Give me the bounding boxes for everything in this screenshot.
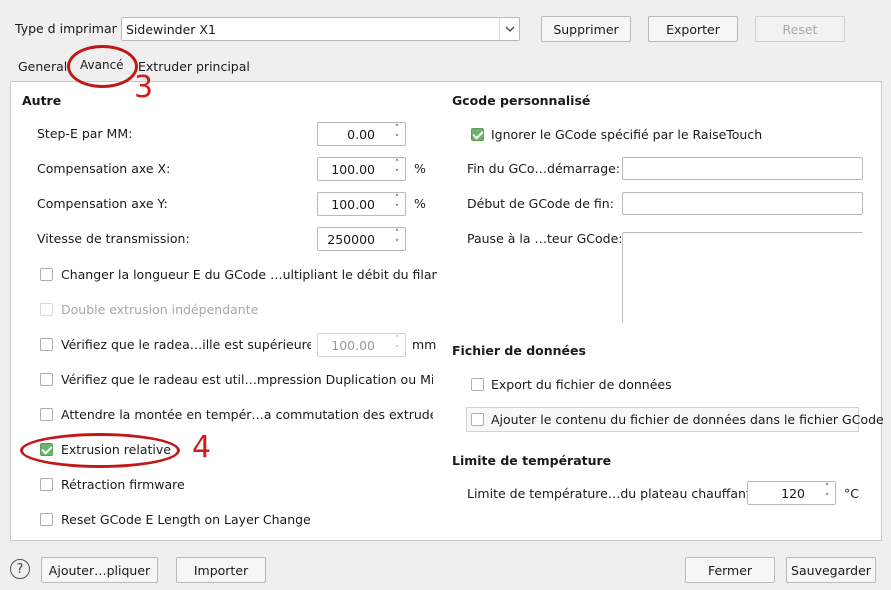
spin-arrows-icon[interactable]: ˄ ˅: [389, 228, 405, 250]
spin-arrows-icon[interactable]: ˄ ˅: [389, 334, 405, 356]
raft-spinbox[interactable]: 100.00 ˄ ˅: [317, 333, 406, 357]
spin-arrows-icon[interactable]: ˄ ˅: [389, 158, 405, 180]
save-button[interactable]: Sauvegarder: [786, 557, 876, 583]
start-end-gcode-input[interactable]: [622, 192, 863, 215]
tab-extruder-principal[interactable]: Extruder principal: [138, 59, 250, 74]
comp-x-spinbox[interactable]: 100.00 ˄ ˅: [317, 157, 406, 181]
export-button[interactable]: Exporter: [648, 16, 738, 42]
start-end-gcode-label: Début de GCode de fin:: [467, 196, 614, 211]
section-title-gcode: Gcode personnalisé: [452, 93, 591, 108]
pause-gcode-label: Pause à la …teur GCode:: [467, 231, 623, 246]
printer-type-combo[interactable]: Sidewinder X1: [121, 17, 520, 41]
pause-gcode-textarea[interactable]: [622, 232, 863, 323]
firmware-retraction-label: Rétraction firmware: [61, 477, 185, 492]
help-icon[interactable]: ?: [10, 559, 30, 579]
add-datafile-checkbox[interactable]: [471, 413, 484, 426]
bed-temp-value: 120: [781, 486, 805, 501]
change-e-length-label: Changer la longueur E du GCode …ultiplia…: [61, 267, 437, 282]
add-datafile-label: Ajouter le contenu du fichier de données…: [491, 412, 884, 427]
comp-x-label: Compensation axe X:: [37, 161, 171, 176]
bed-temp-spinbox[interactable]: 120 ˄ ˅: [747, 481, 836, 505]
section-title-datafile: Fichier de données: [452, 343, 586, 358]
annotation-ellipse-checkbox: [20, 433, 180, 468]
export-datafile-label: Export du fichier de données: [491, 377, 672, 392]
dual-extrusion-checkbox[interactable]: [40, 303, 53, 316]
spin-arrows-icon[interactable]: ˄ ˅: [389, 123, 405, 145]
comp-y-unit: %: [414, 196, 426, 211]
reset-button[interactable]: Reset: [755, 16, 845, 42]
step-e-value: 0.00: [347, 127, 375, 142]
baud-spinbox[interactable]: 250000 ˄ ˅: [317, 227, 406, 251]
apply-button[interactable]: Ajouter…pliquer: [41, 557, 158, 583]
delete-button[interactable]: Supprimer: [541, 16, 631, 42]
firmware-retraction-checkbox[interactable]: [40, 478, 53, 491]
step-e-label: Step-E par MM:: [37, 126, 133, 141]
baud-label: Vitesse de transmission:: [37, 231, 190, 246]
annotation-ellipse-tab: [67, 45, 138, 88]
comp-y-value: 100.00: [331, 197, 375, 212]
comp-y-label: Compensation axe Y:: [37, 196, 168, 211]
raft-unit: mm: [412, 337, 437, 352]
raft-used-label: Vérifiez que le radeau est util…mpressio…: [61, 372, 433, 387]
end-start-gcode-label: Fin du GCo…démarrage:: [467, 161, 621, 176]
reset-e-length-checkbox[interactable]: [40, 513, 53, 526]
step-e-spinbox[interactable]: 0.00 ˄ ˅: [317, 122, 406, 146]
tab-general[interactable]: General: [18, 59, 67, 74]
reset-e-length-label: Reset GCode E Length on Layer Change: [61, 512, 311, 527]
wait-temp-label: Attendre la montée en tempér…a commutati…: [61, 407, 433, 422]
close-button[interactable]: Fermer: [685, 557, 775, 583]
annotation-number-3: 3: [134, 70, 154, 105]
section-title-autre: Autre: [22, 93, 62, 108]
spin-arrows-icon[interactable]: ˄ ˅: [819, 482, 835, 504]
ignore-gcode-label: Ignorer le GCode spécifié par le RaiseTo…: [491, 127, 763, 142]
spin-arrows-icon[interactable]: ˄ ˅: [389, 193, 405, 215]
wait-temp-checkbox[interactable]: [40, 408, 53, 421]
change-e-length-checkbox[interactable]: [40, 268, 53, 281]
raft-check-label: Vérifiez que le radea…ille est supérieur…: [61, 337, 311, 352]
comp-x-unit: %: [414, 161, 426, 176]
bed-temp-limit-label: Limite de température…du plateau chauffa…: [467, 486, 756, 501]
baud-value: 250000: [327, 232, 375, 247]
ignore-gcode-checkbox[interactable]: [471, 128, 484, 141]
raft-check-checkbox[interactable]: [40, 338, 53, 351]
bed-temp-unit: °C: [844, 486, 859, 501]
section-title-temp: Limite de température: [452, 453, 612, 468]
printer-type-value: Sidewinder X1: [126, 21, 216, 37]
chevron-down-icon: [499, 18, 519, 40]
raft-value: 100.00: [331, 338, 375, 353]
annotation-number-4: 4: [192, 430, 212, 465]
comp-x-value: 100.00: [331, 162, 375, 177]
export-datafile-checkbox[interactable]: [471, 378, 484, 391]
printer-type-label: Type d imprimant: [15, 21, 117, 36]
dual-extrusion-label: Double extrusion indépendante: [61, 302, 259, 317]
end-start-gcode-input[interactable]: [622, 157, 863, 180]
import-button[interactable]: Importer: [176, 557, 266, 583]
raft-used-checkbox[interactable]: [40, 373, 53, 386]
comp-y-spinbox[interactable]: 100.00 ˄ ˅: [317, 192, 406, 216]
